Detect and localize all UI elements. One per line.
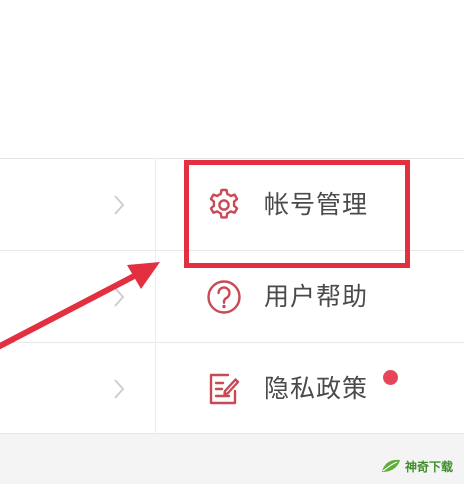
menu-item-privacy-policy[interactable]: 隐私政策 (156, 343, 464, 435)
menu-item-label: 隐私政策 (264, 374, 369, 403)
watermark: 神奇下载 (380, 456, 453, 476)
left-menu-cell[interactable] (0, 251, 155, 343)
chevron-right-icon (114, 287, 125, 307)
left-menu-cell[interactable] (0, 343, 155, 435)
menu-item-account-management[interactable]: 帐号管理 (156, 159, 464, 251)
document-edit-icon (209, 373, 240, 405)
menu-item-label: 用户帮助 (264, 282, 369, 311)
chevron-right-icon (114, 379, 125, 399)
menu-item-user-help[interactable]: 用户帮助 (156, 251, 464, 343)
chevron-right-icon (114, 195, 125, 215)
top-blank-area (0, 0, 464, 158)
watermark-text: 神奇下载 (405, 459, 454, 474)
leaf-logo-icon (382, 459, 400, 472)
gear-icon (209, 188, 239, 219)
menu-item-label: 帐号管理 (264, 190, 369, 219)
notification-dot (383, 370, 398, 385)
left-menu-cell[interactable] (0, 159, 155, 251)
question-circle-icon (207, 280, 241, 314)
